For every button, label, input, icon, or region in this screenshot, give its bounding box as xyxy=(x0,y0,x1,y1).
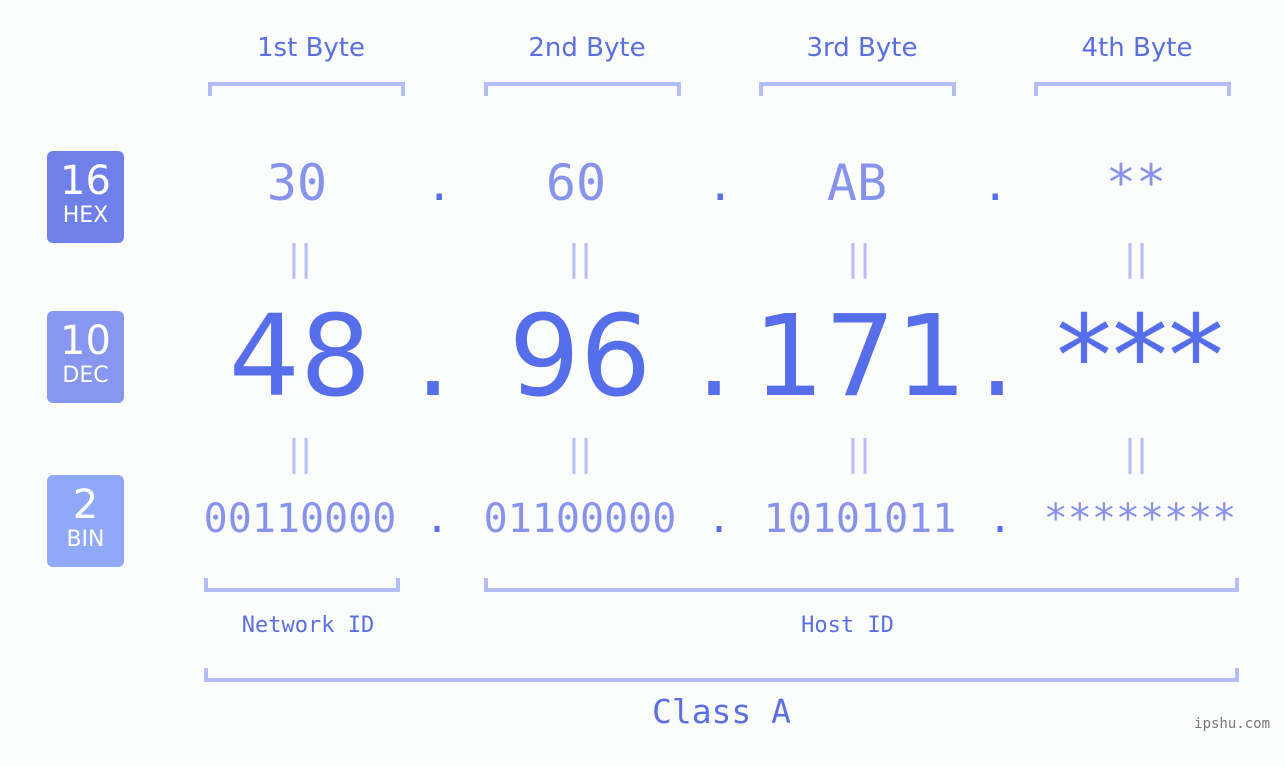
byte-header-2: 2nd Byte xyxy=(528,33,646,63)
class-label: Class A xyxy=(651,692,792,731)
equals-sign: || xyxy=(567,238,593,279)
bin-base-number: 2 xyxy=(72,482,99,528)
hex-byte-4: ** xyxy=(1105,154,1167,212)
bin-base-label: BIN xyxy=(66,527,105,552)
bin-badge: 2 BIN xyxy=(47,475,124,567)
hex-base-number: 16 xyxy=(60,158,111,204)
equals-sign: || xyxy=(846,433,872,474)
host-id-bracket xyxy=(484,578,1239,592)
hex-byte-2: 60 xyxy=(545,154,607,212)
network-id-bracket xyxy=(204,578,400,592)
dec-base-number: 10 xyxy=(60,318,111,364)
dec-byte-3: 171 xyxy=(753,292,967,422)
byte-bracket-1 xyxy=(208,82,405,96)
bin-byte-2: 01100000 xyxy=(483,496,677,542)
hex-separator: . xyxy=(707,160,734,211)
dec-byte-2: 96 xyxy=(508,292,652,422)
dec-base-label: DEC xyxy=(62,363,109,388)
dec-separator: . xyxy=(696,292,732,422)
dec-badge: 10 DEC xyxy=(47,311,124,403)
byte-header-4: 4th Byte xyxy=(1081,33,1193,63)
host-id-label: Host ID xyxy=(801,613,894,638)
bin-separator: . xyxy=(707,496,732,542)
byte-header-1: 1st Byte xyxy=(257,33,365,63)
bin-byte-3: 10101011 xyxy=(763,496,957,542)
network-id-label: Network ID xyxy=(241,613,375,638)
equals-sign: || xyxy=(287,238,313,279)
bin-byte-4: ******** xyxy=(1043,496,1237,542)
byte-bracket-3 xyxy=(759,82,956,96)
dec-byte-1: 48 xyxy=(228,292,372,422)
equals-sign: || xyxy=(1123,238,1149,279)
dec-byte-4: *** xyxy=(1056,292,1224,422)
hex-base-label: HEX xyxy=(62,203,109,228)
hex-badge: 16 HEX xyxy=(47,151,124,243)
equals-sign: || xyxy=(846,238,872,279)
dec-separator: . xyxy=(979,292,1015,422)
class-bracket xyxy=(204,668,1239,682)
bin-separator: . xyxy=(988,496,1013,542)
equals-sign: || xyxy=(287,433,313,474)
dec-separator: . xyxy=(415,292,451,422)
equals-sign: || xyxy=(567,433,593,474)
hex-byte-1: 30 xyxy=(266,154,328,212)
byte-bracket-2 xyxy=(484,82,681,96)
equals-sign: || xyxy=(1123,433,1149,474)
hex-byte-3: AB xyxy=(826,154,888,212)
bin-separator: . xyxy=(425,496,450,542)
byte-bracket-4 xyxy=(1034,82,1231,96)
hex-separator: . xyxy=(426,160,453,211)
bin-byte-1: 00110000 xyxy=(203,496,397,542)
byte-header-3: 3rd Byte xyxy=(806,33,918,63)
watermark: ipshu.com xyxy=(1194,716,1270,732)
hex-separator: . xyxy=(982,160,1009,211)
